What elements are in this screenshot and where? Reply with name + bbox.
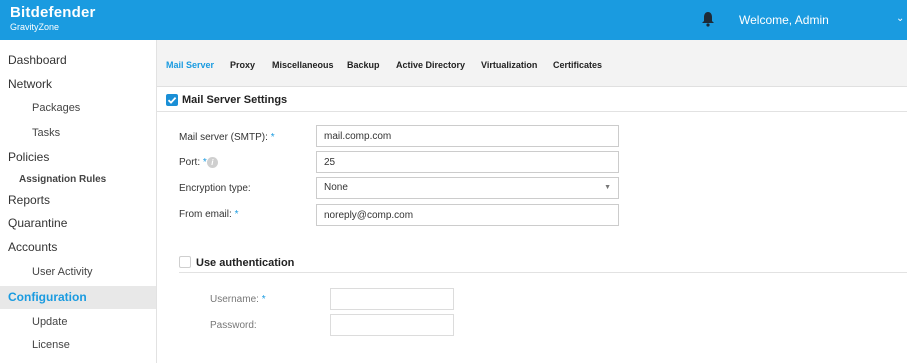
top-bar: Bitdefender GravityZone Welcome, Admin ⌄ [0, 0, 907, 40]
sidebar-item-tasks[interactable]: Tasks [0, 122, 156, 145]
port-input[interactable] [316, 151, 619, 173]
chevron-down-icon[interactable]: ⌄ [896, 13, 904, 24]
from-email-input[interactable] [316, 204, 619, 226]
tab-proxy[interactable]: Proxy [230, 60, 255, 70]
use-authentication-checkbox[interactable] [179, 256, 191, 268]
brand-logo[interactable]: Bitdefender GravityZone [10, 4, 96, 33]
welcome-user-menu[interactable]: Welcome, Admin [739, 13, 829, 27]
brand-name: Bitdefender [10, 4, 96, 21]
encryption-selected-value: None [324, 182, 348, 193]
mail-server-settings-checkbox[interactable] [166, 94, 178, 106]
sidebar-item-assignation-rules[interactable]: Assignation Rules [0, 168, 156, 191]
sidebar-item-license[interactable]: License [0, 334, 156, 357]
smtp-label: Mail server (SMTP): * [179, 132, 275, 143]
sidebar-item-configuration[interactable]: Configuration [0, 286, 156, 309]
smtp-server-input[interactable] [316, 125, 619, 147]
section-divider [157, 111, 907, 112]
encryption-label: Encryption type: [179, 183, 251, 194]
brand-subtitle: GravityZone [10, 22, 60, 32]
dropdown-arrow-icon: ▼ [604, 184, 611, 191]
sidebar-item-dashboard[interactable]: Dashboard [0, 49, 156, 72]
sidebar-item-accounts[interactable]: Accounts [0, 236, 156, 259]
sidebar: Dashboard Network Packages Tasks Policie… [0, 40, 157, 363]
sidebar-item-update[interactable]: Update [0, 311, 156, 334]
sidebar-item-policies[interactable]: Policies [0, 146, 156, 169]
settings-tab-bar: Mail Server Proxy Miscellaneous Backup A… [157, 40, 907, 87]
info-icon[interactable]: i [206, 157, 218, 168]
auth-divider [179, 272, 907, 273]
port-label: Port: * i [179, 157, 218, 168]
username-input[interactable] [330, 288, 454, 310]
tab-active-directory[interactable]: Active Directory [396, 60, 465, 70]
section-title-mail-server: Mail Server Settings [182, 94, 288, 106]
sidebar-item-reports[interactable]: Reports [0, 189, 156, 212]
tab-miscellaneous[interactable]: Miscellaneous [272, 60, 334, 70]
username-label: Username: * [210, 294, 266, 305]
tab-certificates[interactable]: Certificates [553, 60, 602, 70]
password-input[interactable] [330, 314, 454, 336]
password-label: Password: [210, 320, 257, 331]
encryption-type-select[interactable]: None ▼ [316, 177, 619, 199]
section-title-authentication: Use authentication [196, 257, 295, 269]
tab-mail-server[interactable]: Mail Server [166, 60, 214, 70]
tab-virtualization[interactable]: Virtualization [481, 60, 537, 70]
tab-backup[interactable]: Backup [347, 60, 380, 70]
sidebar-item-packages[interactable]: Packages [0, 97, 156, 120]
from-email-label: From email: * [179, 209, 239, 220]
checkmark-icon [167, 96, 177, 104]
bell-icon[interactable] [701, 11, 715, 27]
sidebar-item-user-activity[interactable]: User Activity [0, 261, 156, 284]
sidebar-item-network[interactable]: Network [0, 73, 156, 96]
sidebar-item-quarantine[interactable]: Quarantine [0, 212, 156, 235]
